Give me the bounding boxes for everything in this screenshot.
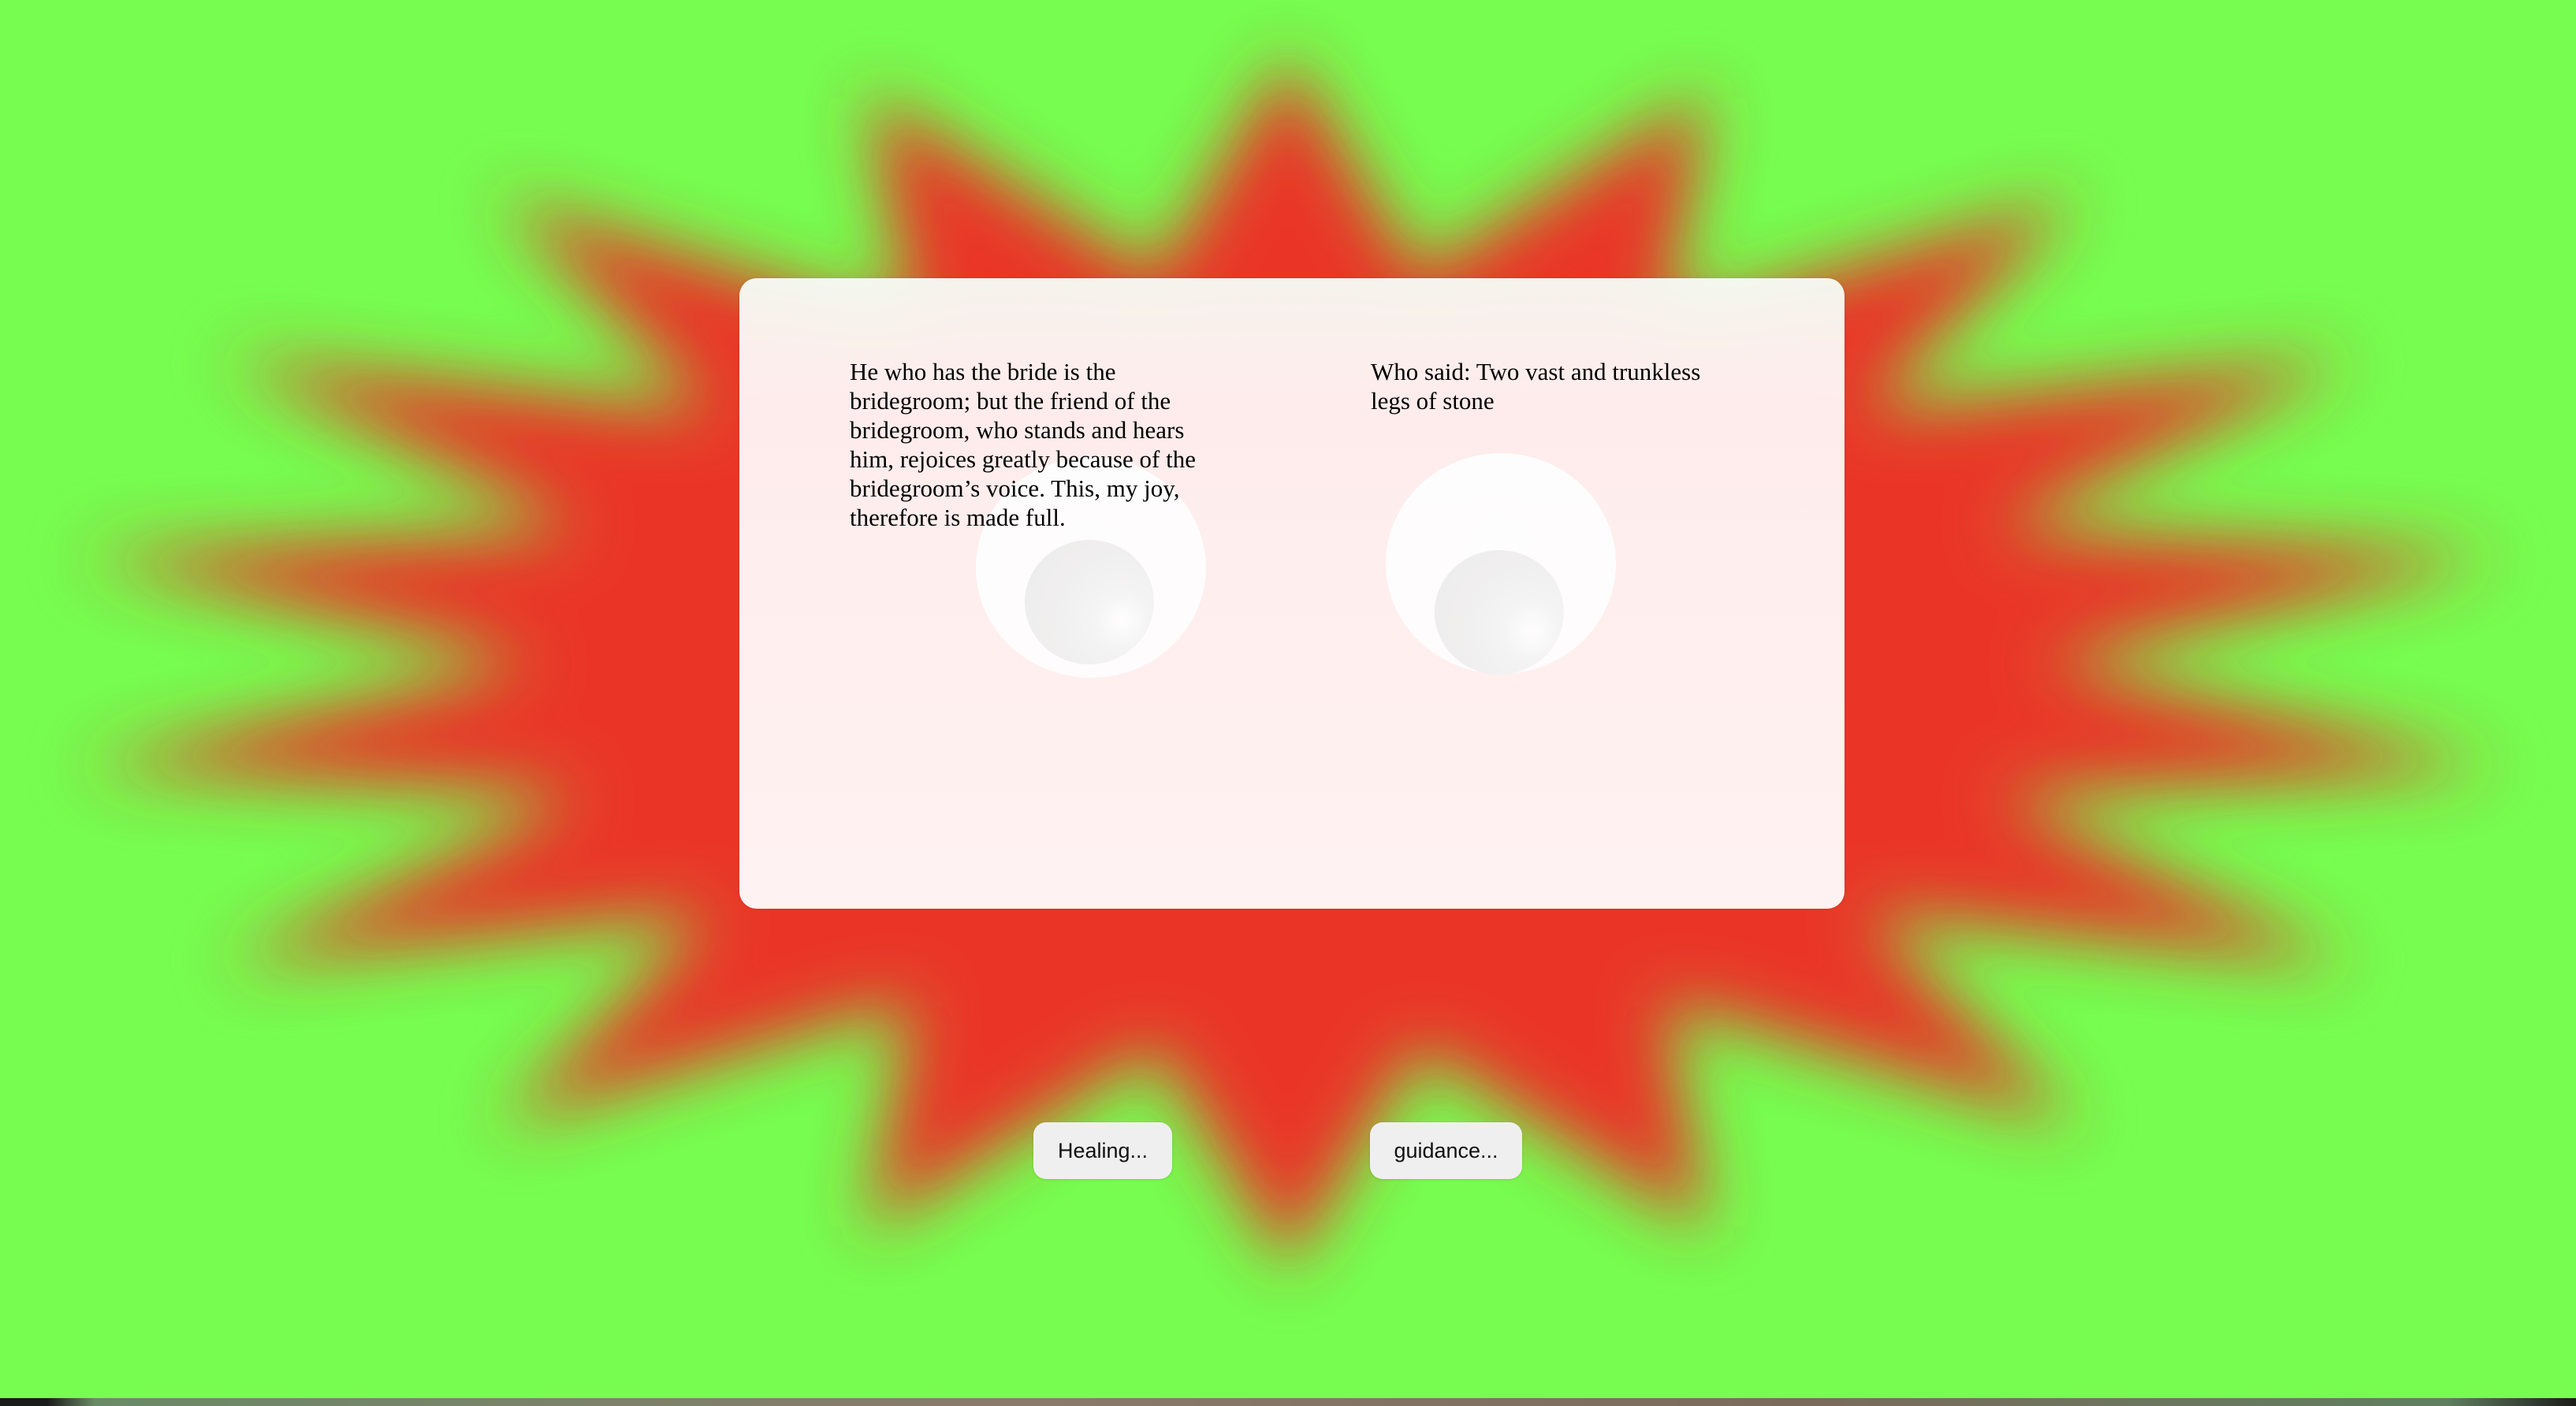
left-quote-text: He who has the bride is the bridegroom; … — [850, 358, 1196, 531]
right-eye-icon — [1386, 453, 1616, 675]
right-pupil-icon — [1435, 550, 1564, 675]
left-pupil-icon — [1025, 540, 1154, 664]
quote-card: He who has the bride is the bridegroom; … — [739, 278, 1845, 909]
page-background: He who has the bride is the bridegroom; … — [0, 0, 2576, 1406]
guidance-button[interactable]: guidance... — [1370, 1122, 1522, 1179]
bottom-edge-strip — [0, 1398, 2576, 1406]
right-quote-text: Who said: Two vast and trunkless legs of… — [1371, 358, 1701, 415]
healing-button[interactable]: Healing... — [1033, 1122, 1172, 1179]
